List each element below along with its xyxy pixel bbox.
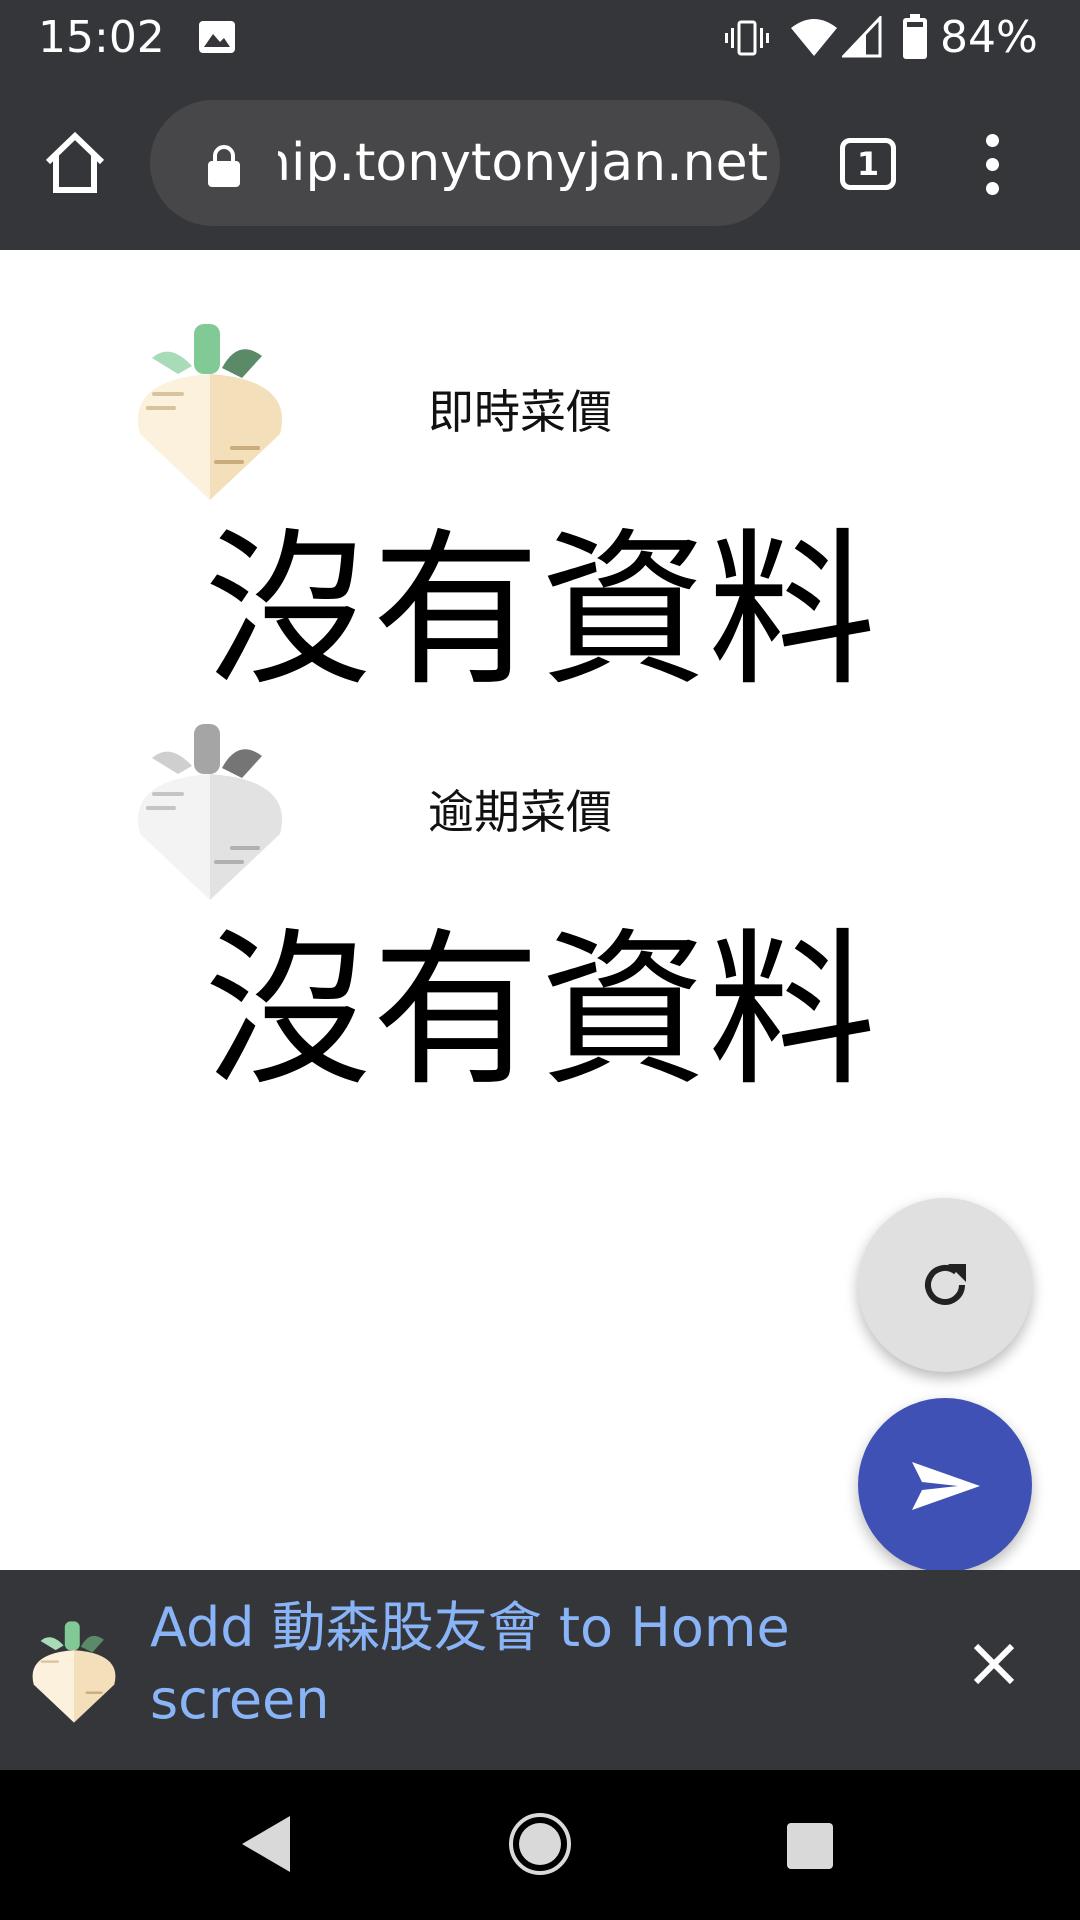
vibrate-icon [725, 20, 769, 56]
tab-switcher-button[interactable]: 1 [840, 138, 896, 190]
back-icon[interactable] [240, 1814, 292, 1874]
cell-signal-icon [842, 16, 882, 58]
url-text: tw-vegetables-price-ship.tonytonyjan.net [278, 133, 768, 193]
menu-dot [986, 134, 999, 147]
no-data-message: 沒有資料 [204, 513, 876, 709]
wifi-icon [791, 19, 837, 56]
nav-home-icon[interactable] [508, 1812, 572, 1876]
no-data-message: 沒有資料 [204, 913, 876, 1109]
recents-icon[interactable] [786, 1822, 834, 1870]
refresh-icon [925, 1264, 966, 1305]
page-content: 即時菜價 沒有資料 逾期菜價 沒有資料 [0, 250, 1080, 1570]
section-label-expired: 逾期菜價 [428, 785, 612, 839]
section-label-realtime: 即時菜價 [428, 385, 612, 439]
app-logo-icon [32, 1621, 116, 1723]
send-icon [912, 1462, 980, 1510]
turnip-logo-icon [138, 324, 282, 500]
add-to-home-banner[interactable]: Add 動森股友會 to Home screen [0, 1570, 1080, 1770]
status-bar: 15:02 84% [0, 0, 1080, 76]
send-button[interactable] [858, 1398, 1032, 1572]
battery-percent: 84% [940, 12, 1038, 63]
overflow-menu-icon[interactable] [972, 132, 1012, 196]
home-icon[interactable] [40, 128, 110, 198]
add-to-home-text[interactable]: Add 動森股友會 to Home screen [150, 1592, 830, 1736]
system-nav-bar [0, 1770, 1080, 1920]
close-icon[interactable] [964, 1634, 1024, 1694]
refresh-button[interactable] [858, 1198, 1032, 1372]
battery-icon [903, 14, 927, 59]
status-time: 15:02 [38, 12, 165, 63]
menu-dot [986, 158, 999, 171]
lock-icon [208, 145, 240, 187]
menu-dot [986, 182, 999, 195]
image-notification-icon [199, 21, 235, 53]
screen: 15:02 84% ship.tonytonyjan.net 1 即時菜價 沒有… [0, 0, 1080, 1920]
turnip-logo-gray-icon [138, 724, 282, 900]
url-bar[interactable]: tw-vegetables-price-ship.tonytonyjan.net [150, 100, 780, 226]
browser-toolbar: tw-vegetables-price-ship.tonytonyjan.net… [0, 76, 1080, 250]
